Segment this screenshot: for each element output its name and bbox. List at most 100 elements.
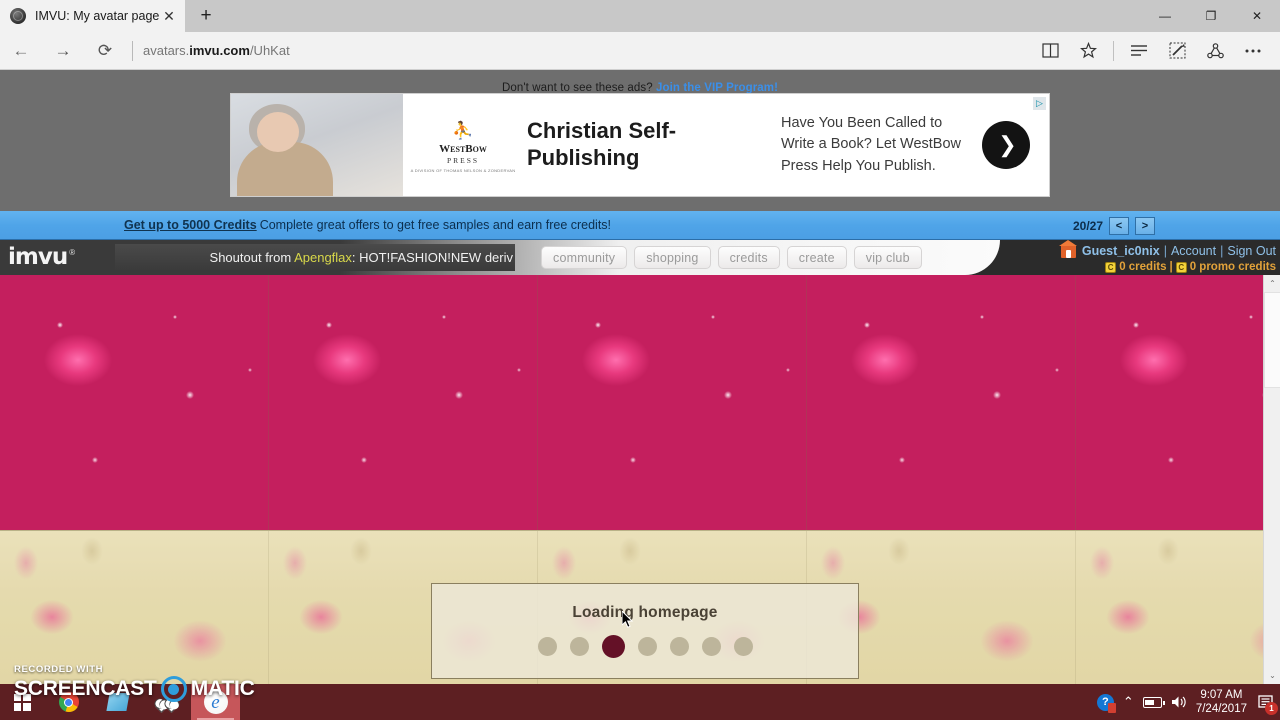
ad-photo-person [257, 112, 299, 152]
nav-item-credits[interactable]: credits [717, 246, 780, 269]
home-icon[interactable] [1058, 240, 1077, 258]
rose-tile [0, 275, 269, 530]
edge-logo: e [203, 690, 228, 714]
ad-brand-name: WestBow [439, 142, 487, 155]
shoutout-ticker[interactable]: Shoutout from Apengflax: HOT!FASHION!NEW… [115, 244, 515, 271]
clock-time: 9:07 AM [1200, 689, 1243, 701]
chrome-taskbar-icon[interactable] [44, 684, 93, 720]
nav-item-community[interactable]: community [541, 246, 628, 269]
imvu-nav-items: community shopping credits create vip cl… [541, 246, 922, 269]
rose-wallpaper-top [0, 275, 1280, 530]
ad-banner[interactable]: ⛹ WestBow PRESS A DIVISION OF THOMAS NEL… [230, 93, 1050, 197]
share-icon[interactable] [1196, 32, 1234, 70]
windows-logo [13, 693, 31, 711]
mouse-cursor-icon [621, 609, 634, 629]
notification-badge: 1 [1265, 702, 1278, 715]
imvu-favicon-icon [10, 8, 26, 24]
clock-date: 7/24/2017 [1195, 703, 1247, 715]
account-username[interactable]: Guest_ic0nix [1082, 242, 1160, 260]
loading-dot [537, 637, 557, 656]
edge-taskbar-icon[interactable]: e [191, 684, 240, 720]
address-domain: imvu.com [189, 43, 250, 58]
restore-icon[interactable]: ❐ [1188, 0, 1234, 32]
pagination-next-button[interactable]: > [1135, 216, 1155, 235]
account-area: Guest_ic0nix | Account | Sign Out C 0 cr… [1058, 240, 1276, 275]
screen: IMVU: My avatar page: ✕ + — ❐ ✕ ← → ⟳ av… [0, 0, 1280, 720]
chevron-up-icon[interactable]: ⌃ [1123, 694, 1134, 710]
battery-icon[interactable] [1142, 696, 1165, 708]
page-scrollbar[interactable]: ⌃ ⌄ [1263, 275, 1280, 684]
browser-toolbar: ← → ⟳ avatars.imvu.com/UhKat [0, 32, 1280, 70]
shoutout-prefix: Shoutout from [209, 250, 295, 265]
scroll-down-icon[interactable]: ⌄ [1264, 667, 1280, 684]
hub-icon[interactable] [1120, 32, 1158, 70]
window-close-icon[interactable]: ✕ [1234, 0, 1280, 32]
imvu-hearts-logo [155, 693, 178, 713]
imvu-taskbar-icon[interactable] [142, 684, 191, 720]
volume-icon[interactable] [1171, 695, 1187, 709]
pagination-prev-button[interactable]: < [1109, 216, 1129, 235]
separator: | [1220, 244, 1224, 258]
scroll-up-icon[interactable]: ⌃ [1264, 275, 1280, 292]
store-logo [105, 693, 130, 711]
scrollbar-thumb[interactable] [1264, 292, 1280, 388]
ad-copy: Have You Been Called to Write a Book? Le… [781, 115, 961, 174]
tab-title: IMVU: My avatar page: [35, 9, 159, 23]
address-bar[interactable]: avatars.imvu.com/UhKat [143, 32, 1031, 70]
clock[interactable]: 9:07 AM 7/24/2017 [1196, 688, 1247, 716]
store-taskbar-icon[interactable] [93, 684, 142, 720]
credits-promo-text: Get up to 5000 Credits Complete great off… [124, 218, 611, 232]
ad-nag-text: Don't want to see these ads? Join the VI… [0, 70, 1280, 94]
chrome-logo [58, 692, 79, 712]
browser-titlebar: IMVU: My avatar page: ✕ + — ❐ ✕ [0, 0, 1280, 32]
nav-item-shopping[interactable]: shopping [634, 246, 711, 269]
ad-zone: Don't want to see these ads? Join the VI… [0, 70, 1280, 211]
favorites-star-icon[interactable] [1069, 32, 1107, 70]
loading-spinner [537, 635, 753, 658]
refresh-icon[interactable]: ⟳ [84, 32, 126, 70]
imvu-logo[interactable]: imvu ® [8, 246, 75, 269]
credit-coin-icon: C [1105, 262, 1117, 273]
ad-photo [231, 94, 403, 196]
rose-tile-faded [0, 531, 269, 684]
back-icon[interactable]: ← [0, 32, 42, 70]
shoutout-suffix: : HOT!FASHION!NEW deriv [351, 250, 513, 265]
loading-dot [569, 637, 589, 656]
minimize-icon[interactable]: — [1142, 0, 1188, 32]
more-icon[interactable] [1234, 32, 1272, 70]
chevron-right-icon: ❯ [982, 121, 1030, 169]
ad-headline: Christian Self-Publishing [527, 118, 677, 170]
window-controls: — ❐ ✕ [1142, 0, 1280, 32]
imvu-navbar: imvu ® Shoutout from Apengflax: HOT!FASH… [0, 240, 1280, 275]
forward-icon[interactable]: → [42, 32, 84, 70]
rose-tile [807, 275, 1076, 530]
westbow-mark-icon: ⛹ [452, 120, 474, 140]
adchoices-icon[interactable]: ▷ [1033, 97, 1046, 110]
page-content: Don't want to see these ads? Join the VI… [0, 70, 1280, 684]
shoutout-text: Shoutout from Apengflax: HOT!FASHION!NEW… [210, 250, 513, 265]
account-link[interactable]: Account [1171, 242, 1216, 260]
imvu-logo-text: imvu [8, 244, 68, 270]
notifications-icon[interactable]: 1 [1256, 693, 1278, 715]
windows-start-icon[interactable] [0, 684, 44, 720]
loading-dot [733, 637, 753, 656]
account-credits-row: C 0 credits | C 0 promo credits [1061, 260, 1276, 275]
reading-view-icon[interactable] [1031, 32, 1069, 70]
ad-brand-fine: A DIVISION OF THOMAS NELSON & ZONDERVAN [410, 167, 516, 173]
sign-out-link[interactable]: Sign Out [1227, 242, 1276, 260]
web-note-icon[interactable] [1158, 32, 1196, 70]
browser-tab[interactable]: IMVU: My avatar page: ✕ [0, 0, 185, 32]
registered-mark-icon: ® [69, 248, 76, 257]
divider [1113, 40, 1114, 61]
get-credits-link[interactable]: Get up to 5000 Credits [124, 218, 257, 232]
credits-pagination: 20/27 < > [1073, 211, 1155, 240]
close-icon[interactable]: ✕ [159, 6, 179, 26]
new-tab-button[interactable]: + [188, 0, 224, 32]
nav-item-vip-club[interactable]: vip club [853, 246, 922, 269]
nav-item-create[interactable]: create [786, 246, 847, 269]
help-icon[interactable]: ? [1096, 693, 1116, 713]
rose-tile-faded [1076, 531, 1280, 684]
loading-dot [637, 637, 657, 656]
ad-brand-logo: ⛹ WestBow PRESS A DIVISION OF THOMAS NEL… [403, 94, 523, 196]
shoutout-username: Apengflax [294, 250, 352, 265]
